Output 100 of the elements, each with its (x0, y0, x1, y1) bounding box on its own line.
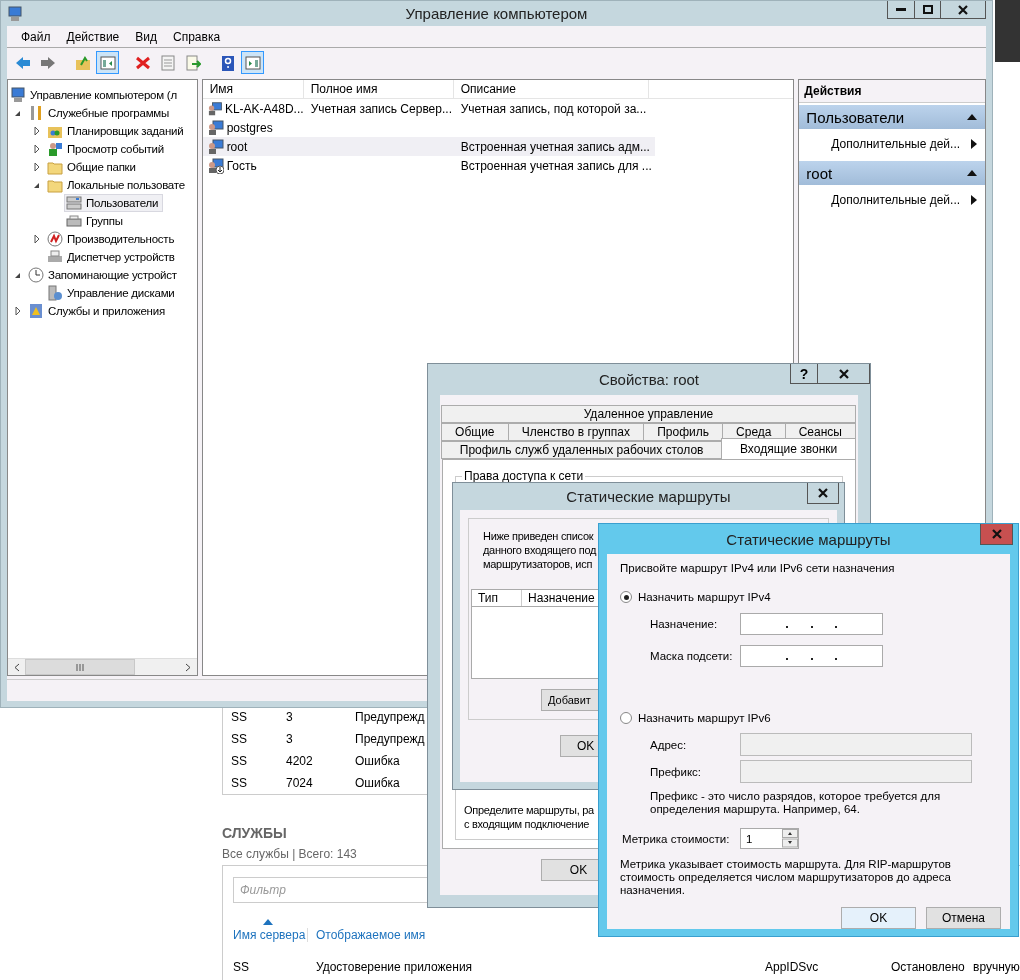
tree-item[interactable]: Локальные пользовате (45, 176, 190, 194)
field-label: Маска подсети: (650, 650, 734, 662)
close-button[interactable] (940, 1, 986, 19)
tab[interactable]: Профиль (643, 423, 724, 441)
minimize-icon (896, 7, 906, 12)
tree-item[interactable]: Пользователи (64, 194, 164, 212)
tree-item[interactable]: Просмотр событий (45, 140, 169, 158)
computer-icon (10, 87, 26, 103)
field-label: Адрес: (650, 738, 688, 751)
user-row[interactable]: root Встроенная учетная запись адм... (202, 137, 655, 156)
radio-button[interactable] (620, 712, 632, 724)
close-button[interactable] (817, 364, 870, 384)
table-cell: 3 (286, 710, 293, 724)
action-section-header[interactable]: root (799, 161, 985, 185)
close-icon (991, 529, 1002, 539)
field-label: Метрика стоимости: (622, 832, 731, 845)
menu-item[interactable]: Справка (165, 29, 229, 44)
table-cell: Встроенная учетная запись для ... (460, 158, 652, 173)
spinner-arrows-icon[interactable] (782, 829, 798, 848)
horizontal-scrollbar[interactable] (8, 658, 197, 675)
gauge-icon (47, 231, 63, 247)
tree-item[interactable]: Общие папки (45, 158, 141, 176)
tab[interactable]: Удаленное управление (441, 405, 856, 423)
close-icon (958, 4, 968, 15)
printer-icon (47, 249, 63, 265)
tree-item[interactable]: Службы и приложения (26, 302, 170, 320)
tree-item[interactable]: Управление дисками (45, 284, 180, 302)
folder-icon (47, 159, 63, 175)
properties-icon (159, 54, 176, 71)
close-icon (818, 488, 828, 498)
table-cell: Учетная запись Сервер... (310, 101, 452, 116)
window-title: Управление компьютером (405, 5, 588, 22)
computer-icon (7, 5, 23, 22)
tree-item[interactable]: Диспетчер устройств (45, 248, 180, 266)
radio-button[interactable] (620, 591, 632, 603)
menu-item[interactable]: Файл (13, 29, 59, 44)
note-text: Определите маршруты, ра (464, 803, 594, 817)
ip-address-field[interactable] (740, 613, 883, 635)
table-cell: SS (231, 710, 247, 724)
tree-item[interactable]: Производительность (45, 230, 180, 248)
ip-address-field[interactable] (740, 645, 883, 667)
section-title: СЛУЖБЫ (222, 825, 287, 841)
close-icon (838, 368, 849, 379)
column-header[interactable]: Описание (453, 80, 649, 98)
intro-text: маршрутизаторов, исп (483, 557, 593, 571)
tree-pane-icon (99, 54, 116, 71)
prompt-text: Присвойте маршрут IPv4 или IPv6 сети назначения (620, 562, 896, 574)
tree-item[interactable]: Служебные программы (26, 104, 174, 122)
toolbar-button[interactable] (96, 51, 119, 74)
action-item[interactable]: Дополнительные дей... (799, 185, 985, 215)
tree-item[interactable]: Планировщик заданий (45, 122, 189, 140)
back-arrow-icon (14, 54, 31, 71)
column-header[interactable]: Полное имя (303, 80, 454, 98)
column-header[interactable]: Имя (202, 80, 304, 98)
column-header[interactable]: Имя сервера (233, 928, 306, 942)
user-row[interactable]: postgres (202, 118, 655, 137)
submenu-arrow-icon (971, 139, 977, 149)
help-icon (219, 54, 236, 71)
close-button[interactable] (807, 483, 839, 504)
table-cell: Учетная запись, под которой за... (460, 101, 647, 116)
export-icon (184, 54, 201, 71)
table-cell: Встроенная учетная запись адм... (460, 139, 650, 154)
number-spinner[interactable]: 1 (740, 828, 799, 849)
tree-item[interactable]: Управление компьютером (л (8, 86, 182, 104)
action-pane-icon (244, 54, 261, 71)
grip-icon (76, 663, 84, 671)
table-cell: Предупрежд (355, 732, 425, 746)
table-cell: Ошибка (355, 754, 400, 768)
menu-item[interactable]: Действие (58, 29, 128, 44)
section-subtitle: Все службы | Всего: 143 (222, 847, 357, 861)
folder-icon (47, 177, 63, 193)
tab[interactable]: Входящие звонки (721, 438, 856, 459)
minimize-button[interactable] (887, 1, 915, 19)
action-section-header[interactable]: Пользователи (799, 105, 985, 129)
help-button[interactable]: ? (790, 364, 818, 384)
intro-text: Ниже приведен список (483, 529, 594, 543)
side-panel (995, 0, 1020, 62)
action-item[interactable]: Дополнительные дей... (799, 129, 985, 159)
collapse-arrow-icon (967, 170, 977, 176)
menu-item[interactable]: Вид (127, 29, 165, 44)
table-cell: SS (231, 754, 247, 768)
tab[interactable]: Членство в группах (507, 423, 645, 441)
user-row[interactable]: KL-AK-A48D... Учетная запись Сервер... Учетная запись, под которой за... (202, 99, 655, 118)
column-header[interactable]: Тип (472, 590, 522, 606)
intro-text: данного входящего под (483, 543, 597, 557)
scroll-left-icon (13, 662, 20, 672)
tree-item[interactable]: Группы (64, 212, 128, 230)
tab[interactable]: Профиль служб удаленных рабочих столов (441, 441, 723, 459)
cancel-button[interactable]: Отмена (926, 907, 1001, 929)
ok-button[interactable]: OK (841, 907, 916, 929)
group-title: Права доступа к сети (462, 469, 586, 483)
table-cell: 7024 (286, 776, 313, 790)
table-cell-text: Удостоверение приложения (316, 960, 474, 974)
tab[interactable]: Общие (441, 423, 509, 441)
field-label: Назначение: (650, 618, 719, 630)
dialog-title: Статические маршруты (726, 530, 891, 548)
toolbar-button[interactable] (241, 51, 264, 74)
tree-item[interactable]: Запоминающие устройст (26, 266, 182, 284)
column-header[interactable]: Отображаемое имя (316, 928, 426, 942)
radio-label: Назначить маршрут IPv6 (638, 712, 771, 724)
